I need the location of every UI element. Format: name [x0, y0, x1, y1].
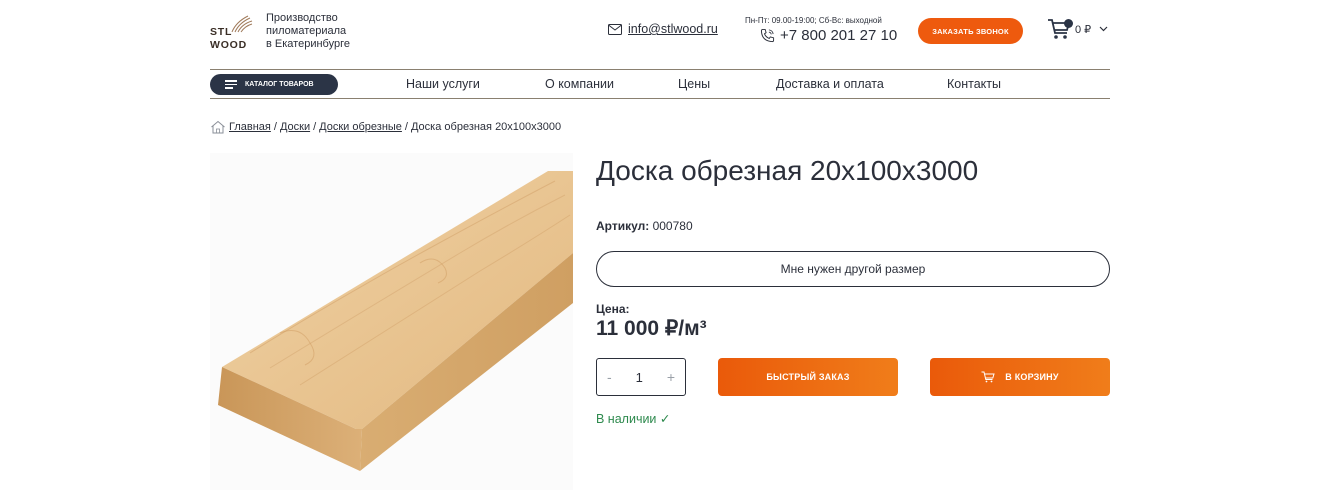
- tagline-line-2: пиломатериала: [266, 25, 347, 37]
- breadcrumb: Главная / Доски / Доски обрезные / Доска…: [210, 120, 561, 134]
- nav-item-services[interactable]: Наши услуги: [406, 77, 480, 91]
- breadcrumb-edged-boards[interactable]: Доски обрезные: [319, 121, 402, 133]
- tagline-line-1: Производство: [266, 12, 338, 24]
- working-hours: Пн-Пт: 09.00-19:00; Сб-Вс: выходной: [745, 16, 882, 25]
- catalog-button[interactable]: КАТАЛОГ ТОВАРОВ: [210, 74, 338, 95]
- email-link[interactable]: info@stlwood.ru: [608, 22, 718, 36]
- breadcrumb-home[interactable]: Главная: [229, 121, 271, 133]
- nav-item-contacts[interactable]: Контакты: [947, 77, 1001, 91]
- main-nav: КАТАЛОГ ТОВАРОВ Наши услуги О компании Ц…: [210, 69, 1110, 99]
- breadcrumb-separator: /: [404, 121, 408, 133]
- quantity-value[interactable]: 1: [636, 370, 643, 385]
- chevron-down-icon[interactable]: [1099, 26, 1108, 32]
- cart-widget[interactable]: 0 ₽: [1047, 18, 1108, 40]
- price-label: Цена:: [596, 302, 630, 316]
- logo-line-2: WOOD: [210, 39, 248, 51]
- nav-item-about[interactable]: О компании: [545, 77, 614, 91]
- sku-label: Артикул:: [596, 219, 650, 233]
- breadcrumb-separator: /: [313, 121, 317, 133]
- add-to-cart-button[interactable]: В КОРЗИНУ: [930, 358, 1110, 396]
- add-to-cart-label: В КОРЗИНУ: [1005, 372, 1059, 382]
- breadcrumb-separator: /: [273, 121, 277, 133]
- cart-total: 0 ₽: [1075, 23, 1092, 36]
- sku-value: 000780: [652, 219, 693, 233]
- home-icon[interactable]: [210, 120, 226, 134]
- phone-icon: [760, 28, 775, 43]
- custom-size-button[interactable]: Мне нужен другой размер: [596, 251, 1110, 287]
- envelope-icon: [608, 23, 622, 35]
- breadcrumb-current: Доска обрезная 20х100х3000: [410, 121, 562, 133]
- stock-status: В наличии ✓: [596, 412, 671, 426]
- nav-item-prices[interactable]: Цены: [678, 77, 710, 91]
- site-header: STL WOOD Производство пиломатериала в Ек…: [210, 8, 1110, 58]
- logo[interactable]: STL WOOD: [210, 12, 254, 52]
- product-title: Доска обрезная 20х100х3000: [596, 155, 979, 186]
- product-sku: Артикул: 000780: [596, 219, 693, 233]
- quick-order-label: БЫСТРЫЙ ЗАКАЗ: [766, 372, 850, 382]
- menu-icon: [225, 80, 237, 89]
- quick-order-button[interactable]: БЫСТРЫЙ ЗАКАЗ: [718, 358, 898, 396]
- product-image[interactable]: [210, 153, 573, 490]
- cart-icon: [981, 371, 995, 383]
- wooden-board-image: [218, 171, 573, 471]
- cart-badge: [1064, 19, 1073, 28]
- request-call-button[interactable]: ЗАКАЗАТЬ ЗВОНОК: [918, 18, 1023, 44]
- phone-link[interactable]: +7 800 201 27 10: [760, 27, 897, 44]
- quantity-increase-button[interactable]: +: [667, 369, 675, 385]
- breadcrumb-boards[interactable]: Доски: [280, 121, 310, 133]
- quantity-stepper: - 1 +: [596, 358, 686, 396]
- logo-line-1: STL: [210, 26, 233, 38]
- tagline-line-3: в Екатеринбурге: [266, 38, 350, 50]
- product-price: 11 000 ₽/м³: [596, 317, 707, 340]
- phone-number[interactable]: +7 800 201 27 10: [780, 27, 897, 44]
- catalog-button-label: КАТАЛОГ ТОВАРОВ: [245, 81, 314, 88]
- email-text[interactable]: info@stlwood.ru: [628, 22, 718, 36]
- logo-text: STL WOOD: [210, 26, 247, 52]
- nav-item-delivery[interactable]: Доставка и оплата: [776, 77, 884, 91]
- company-tagline: Производство пиломатериала в Екатеринбур…: [266, 12, 366, 51]
- quantity-decrease-button[interactable]: -: [607, 369, 612, 385]
